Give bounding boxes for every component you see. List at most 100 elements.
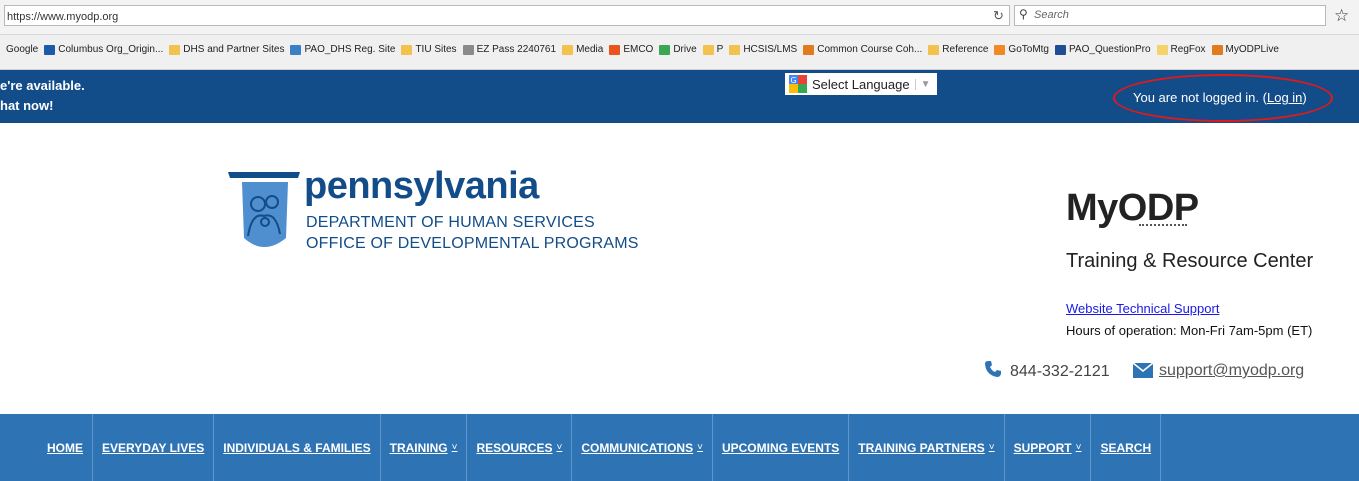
chat-availability-text[interactable]: e're available. (0, 78, 85, 93)
bookmark-label: PAO_DHS Reg. Site (304, 44, 396, 55)
bookmark-label: EZ Pass 2240761 (476, 44, 557, 55)
bookmark-label: Common Course Coh... (817, 44, 923, 55)
bookmark-item[interactable]: Common Course Coh... (803, 44, 922, 55)
bookmark-label: Drive (673, 44, 697, 55)
bookmark-item[interactable]: Media (562, 44, 603, 55)
bookmark-label: TIU Sites (415, 44, 457, 55)
bookmark-item[interactable]: HCSIS/LMS (729, 44, 797, 55)
bookmark-item[interactable]: GoToMtg (994, 44, 1049, 55)
chevron-down-icon: ˅ (697, 442, 703, 453)
bookmark-item[interactable]: MyODPLive (1211, 44, 1279, 55)
nav-item-communications[interactable]: COMMUNICATIONS ˅ (572, 414, 713, 481)
bookmark-label: PAO_QuestionPro (1069, 44, 1151, 55)
bookmark-label: RegFox (1170, 44, 1206, 55)
nav-item-label: HOME (47, 440, 83, 455)
nav-item-label: UPCOMING EVENTS (721, 440, 840, 455)
nav-item-label: COMMUNICATIONS (581, 440, 694, 455)
hours-of-operation: Hours of operation: Mon-Fri 7am-5pm (ET) (1066, 323, 1313, 338)
bookmark-item[interactable]: Google (6, 44, 38, 55)
website-technical-support-link[interactable]: Website Technical Support (1066, 301, 1219, 316)
svg-text:G: G (790, 76, 796, 85)
folder-icon (562, 44, 574, 55)
drive-icon (659, 44, 671, 55)
bookmark-label: Google (6, 44, 39, 55)
folder-icon (928, 44, 940, 55)
nav-item-support[interactable]: SUPPORT ˅ (1005, 414, 1092, 481)
bookmark-star-icon[interactable]: ☆ (1334, 6, 1349, 26)
bookmark-item[interactable]: P (702, 44, 724, 55)
pennsylvania-wordmark[interactable]: pennsylvania (304, 165, 539, 208)
nav-item-label: TRAINING (389, 440, 448, 455)
main-navigation: HOME EVERYDAY LIVES INDIVIDUALS & FAMILIES… (47, 414, 1162, 481)
bookmark-item[interactable]: PAO_DHS Reg. Site (290, 44, 395, 55)
nav-item-resources[interactable]: RESOURCES ˅ (467, 414, 573, 481)
bookmark-item[interactable]: Drive (659, 44, 697, 55)
globe-icon (462, 44, 474, 55)
browser-search-placeholder[interactable]: Search (1034, 9, 1069, 21)
chevron-down-icon: ˅ (988, 442, 995, 453)
bookmark-item[interactable]: PAO_QuestionPro (1055, 44, 1151, 55)
blogger-icon (609, 44, 621, 55)
pa-keystone-logo-icon[interactable] (228, 164, 300, 265)
nav-item-search[interactable]: SEARCH (1091, 414, 1162, 481)
page-icon (44, 44, 56, 55)
department-name: DEPARTMENT OF HUMAN SERVICES (306, 214, 595, 231)
bookmark-label: P (716, 44, 724, 55)
bookmark-item[interactable]: EZ Pass 2240761 (462, 44, 557, 55)
nav-item-training-partners[interactable]: TRAINING PARTNERS ˅ (849, 414, 1005, 481)
nav-item-label: RESOURCES (476, 440, 553, 455)
envelope-icon (1132, 362, 1154, 383)
bookmark-label: MyODPLive (1225, 44, 1279, 55)
bookmark-label: HCSIS/LMS (743, 44, 798, 55)
bookmark-item[interactable]: EMCO (609, 44, 653, 55)
bookmark-item[interactable]: TIU Sites (401, 44, 457, 55)
chevron-down-icon: ˅ (451, 442, 458, 453)
chat-now-link[interactable]: hat now! (0, 98, 53, 113)
language-selector-label: Select Language (812, 76, 910, 92)
phone-number[interactable]: 844-332-2121 (1010, 363, 1110, 381)
support-email-link[interactable]: support@myodp.org (1159, 362, 1304, 380)
nav-item-home[interactable]: HOME (47, 414, 93, 481)
language-selector[interactable]: G Select Language ▼ (785, 73, 937, 95)
bookmark-item[interactable]: Columbus Org_Origin... (44, 44, 163, 55)
bookmark-item[interactable]: Reference (928, 44, 988, 55)
nav-item-label: TRAINING PARTNERS (858, 440, 985, 455)
site-title-dotted-underline (1139, 224, 1187, 226)
bookmarks-list: Google Columbus Org_Origin... DHS and Part… (6, 44, 1279, 55)
folder-icon (729, 44, 741, 55)
nav-item-label: SEARCH (1100, 440, 1152, 455)
regfox-icon (1156, 44, 1168, 55)
bookmark-label: EMCO (623, 44, 654, 55)
questionpro-icon (1055, 44, 1066, 55)
nav-item-training[interactable]: TRAINING ˅ (381, 414, 468, 481)
address-bar-url[interactable]: https://www.myodp.org (7, 11, 118, 23)
site-subtitle: Training & Resource Center (1066, 250, 1314, 272)
nav-item-label: SUPPORT (1013, 440, 1072, 455)
folder-icon (169, 44, 181, 55)
bookmark-label: Reference (942, 44, 989, 55)
chevron-down-icon: ˅ (1075, 442, 1082, 453)
address-bar[interactable] (4, 5, 1010, 26)
gotomeeting-icon (994, 44, 1006, 55)
bookmark-item[interactable]: DHS and Partner Sites (169, 44, 284, 55)
people-icon (290, 44, 302, 55)
bookmark-item[interactable]: RegFox (1156, 44, 1206, 55)
folder-icon (702, 44, 714, 55)
nav-item-everyday-lives[interactable]: EVERYDAY LIVES (93, 414, 215, 481)
nav-item-individuals-families[interactable]: INDIVIDUALS & FAMILIES (214, 414, 381, 481)
nav-item-upcoming-events[interactable]: UPCOMING EVENTS (713, 414, 850, 481)
office-name: OFFICE OF DEVELOPMENTAL PROGRAMS (306, 235, 639, 252)
phone-icon (984, 360, 1002, 383)
bookmark-label: GoToMtg (1008, 44, 1049, 55)
folder-icon (401, 44, 413, 55)
chevron-down-icon: ▼ (914, 78, 931, 90)
red-highlight-ellipse (1113, 74, 1333, 122)
google-translate-icon: G (789, 75, 807, 93)
bookmark-label: Media (576, 44, 604, 55)
chevron-down-icon: ˅ (556, 442, 563, 453)
nav-item-label: INDIVIDUALS & FAMILIES (223, 440, 371, 455)
nav-item-label: EVERYDAY LIVES (102, 440, 205, 455)
search-icon: ⚲ (1019, 7, 1028, 21)
reload-icon[interactable]: ↻ (993, 8, 1004, 24)
moodle-icon (1211, 44, 1223, 55)
